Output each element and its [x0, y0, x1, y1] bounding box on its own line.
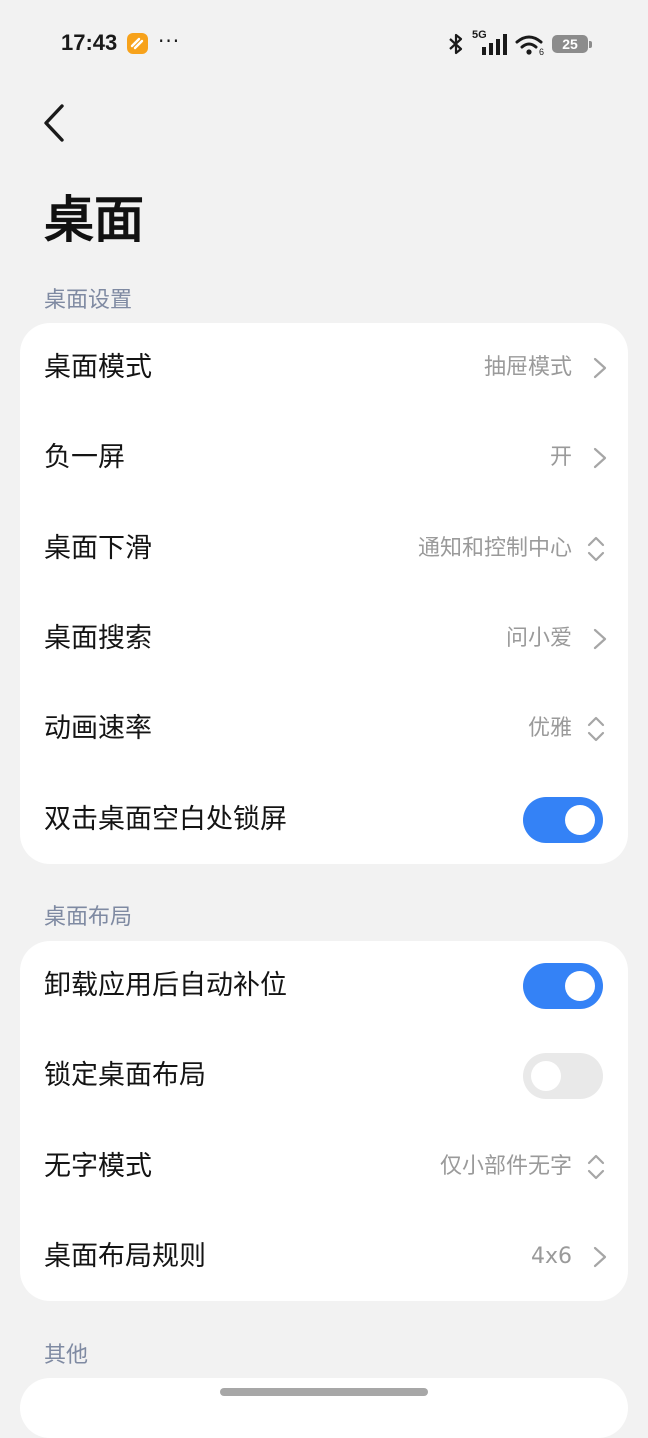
row-label: 桌面模式 — [44, 352, 152, 383]
row-auto-fill: 卸载应用后自动补位 — [20, 941, 628, 1031]
section-label-desktop-settings: 桌面设置 — [44, 288, 133, 313]
auto-fill-toggle[interactable] — [523, 963, 603, 1009]
home-indicator[interactable] — [220, 1388, 428, 1396]
chevron-up-down-icon — [587, 1154, 605, 1180]
settings-card-desktop: 桌面模式 抽屉模式 负一屏 开 桌面下滑 通知和控制中心 桌面搜索 问小爱 动画… — [20, 323, 628, 864]
row-value: 通知和控制中心 — [417, 536, 572, 561]
row-label: 动画速率 — [44, 713, 152, 744]
row-label: 桌面布局规则 — [44, 1241, 206, 1272]
row-value: 4x6 — [530, 1244, 572, 1269]
section-label-desktop-layout: 桌面布局 — [44, 905, 133, 930]
chevron-right-icon — [593, 357, 607, 379]
row-label: 桌面下滑 — [44, 533, 152, 564]
chevron-right-icon — [593, 628, 607, 650]
bluetooth-icon — [449, 33, 463, 55]
chevron-up-down-icon — [587, 536, 605, 562]
toggle-knob — [565, 971, 595, 1001]
row-lock-layout: 锁定桌面布局 — [20, 1031, 628, 1121]
row-value: 优雅 — [527, 716, 572, 741]
row-no-text-mode[interactable]: 无字模式 仅小部件无字 — [20, 1122, 628, 1212]
settings-card-layout: 卸载应用后自动补位 锁定桌面布局 无字模式 仅小部件无字 桌面布局规则 4x6 — [20, 941, 628, 1301]
chevron-right-icon — [593, 1246, 607, 1268]
row-desktop-search[interactable]: 桌面搜索 问小爱 — [20, 594, 628, 684]
more-notifications-icon: ··· — [158, 29, 181, 53]
section-label-other: 其他 — [44, 1343, 89, 1368]
settings-card-other — [20, 1378, 628, 1438]
svg-text:6: 6 — [539, 47, 544, 56]
row-label: 锁定桌面布局 — [44, 1060, 206, 1091]
row-value: 仅小部件无字 — [439, 1154, 572, 1179]
toggle-knob — [565, 805, 595, 835]
toggle-knob — [531, 1061, 561, 1091]
row-value: 问小爱 — [505, 626, 572, 651]
battery-indicator: 25 — [552, 35, 592, 53]
row-animation-speed[interactable]: 动画速率 优雅 — [20, 684, 628, 774]
chevron-right-icon — [593, 447, 607, 469]
status-time: 17:43 — [61, 30, 118, 55]
row-value: 开 — [549, 445, 572, 470]
notification-app-icon — [127, 33, 148, 54]
back-button[interactable] — [36, 100, 76, 146]
status-icons: 5G 6 25 — [446, 29, 592, 58]
row-swipe-down[interactable]: 桌面下滑 通知和控制中心 — [20, 504, 628, 594]
row-label: 卸载应用后自动补位 — [44, 970, 287, 1001]
row-label: 无字模式 — [44, 1151, 152, 1182]
row-minus-one-screen[interactable]: 负一屏 开 — [20, 413, 628, 503]
row-label: 桌面搜索 — [44, 623, 152, 654]
row-value: 抽屉模式 — [483, 355, 572, 380]
row-double-tap-lock: 双击桌面空白处锁屏 — [20, 775, 628, 865]
page-title: 桌面 — [44, 191, 144, 249]
lock-layout-toggle[interactable] — [523, 1053, 603, 1099]
row-label: 双击桌面空白处锁屏 — [44, 804, 287, 835]
chevron-up-down-icon — [587, 716, 605, 742]
cellular-signal-icon: 5G — [472, 29, 508, 57]
status-bar: 17:43 ··· 5G 6 25 — [0, 0, 648, 88]
row-label: 负一屏 — [44, 442, 125, 473]
double-tap-lock-toggle[interactable] — [523, 797, 603, 843]
row-layout-rules[interactable]: 桌面布局规则 4x6 — [20, 1212, 628, 1302]
row-desktop-mode[interactable]: 桌面模式 抽屉模式 — [20, 323, 628, 413]
chevron-left-icon — [44, 104, 64, 142]
wifi-icon: 6 — [515, 35, 544, 56]
